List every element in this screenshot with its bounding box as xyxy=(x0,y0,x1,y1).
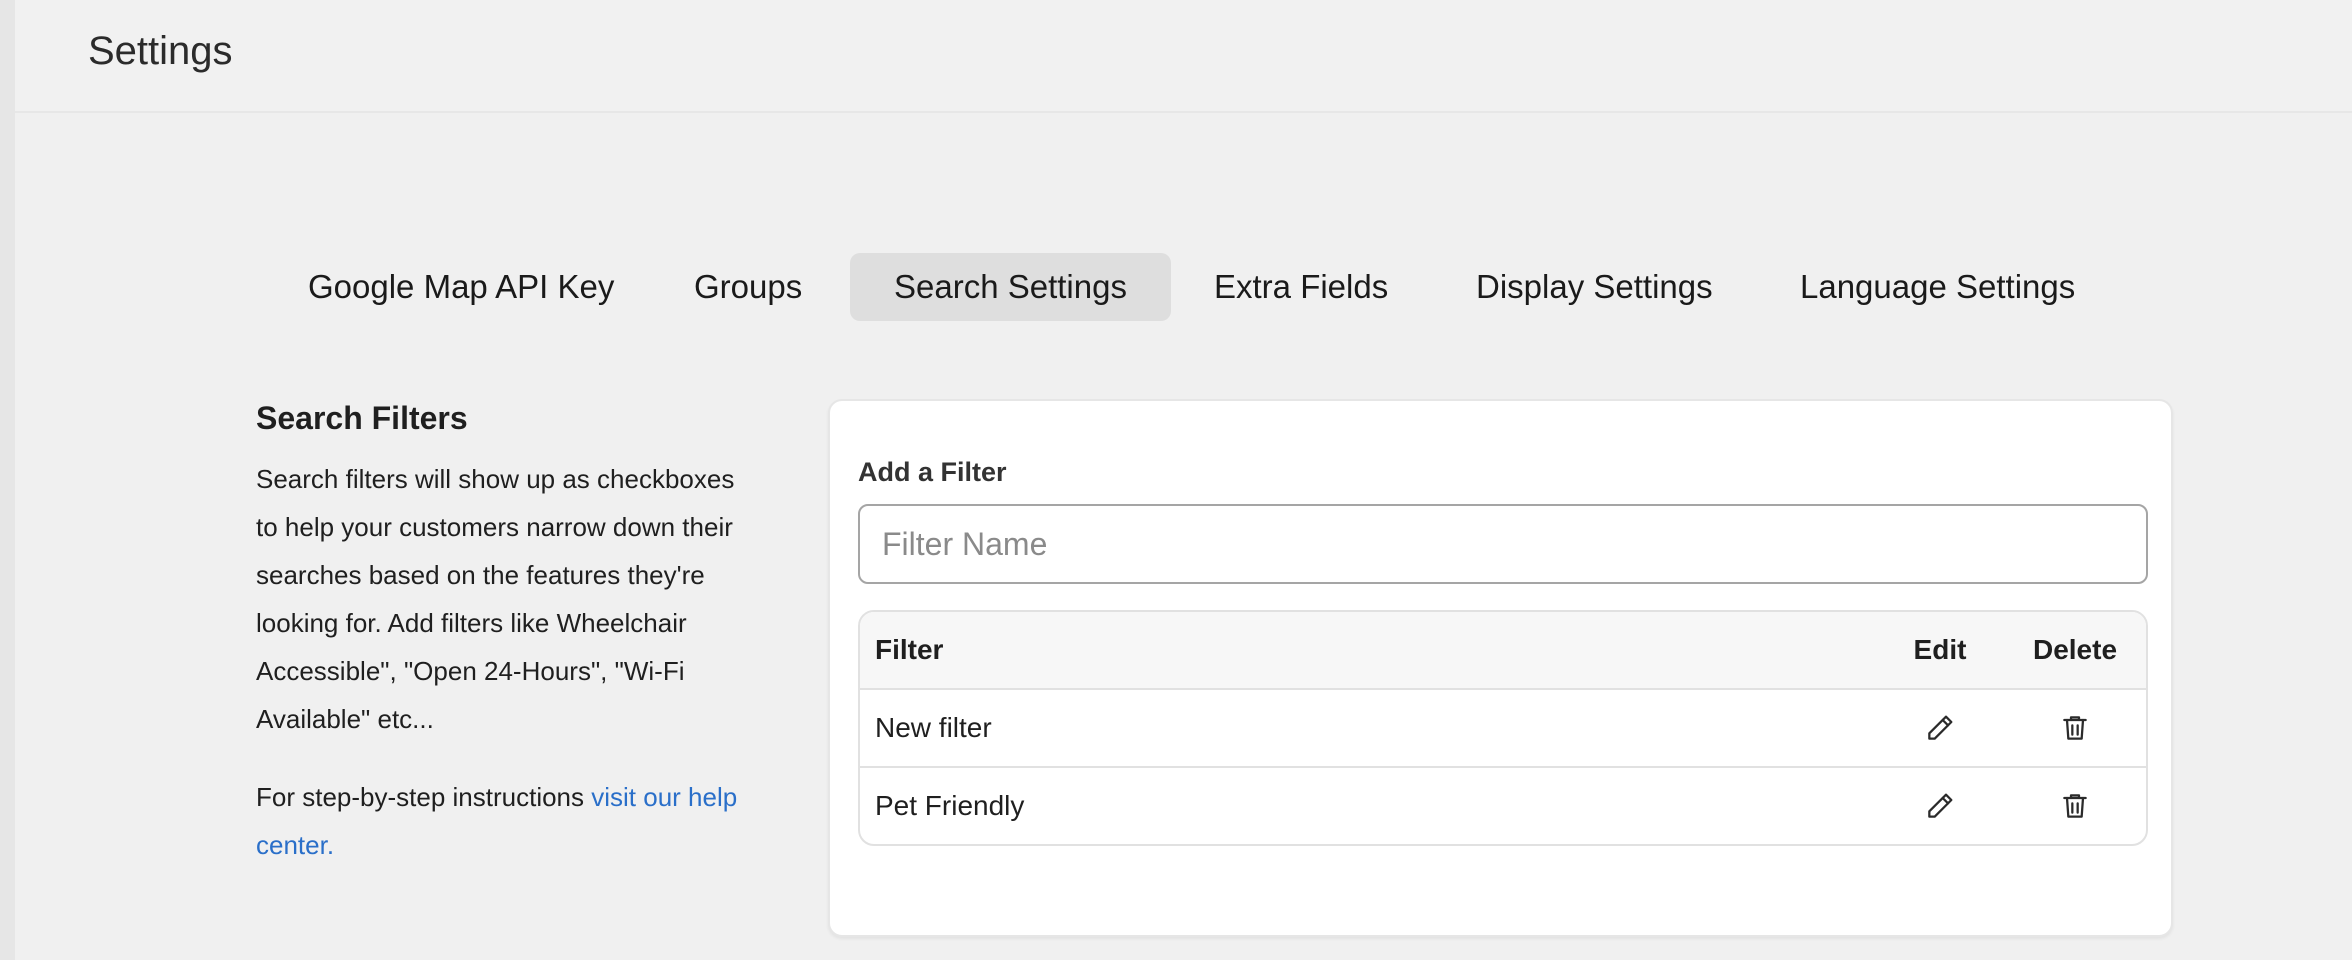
help-prefix: For step-by-step instructions xyxy=(256,782,592,812)
page-header: Settings xyxy=(15,0,2352,113)
pencil-icon[interactable] xyxy=(1924,790,1956,822)
tab-display-settings[interactable]: Display Settings xyxy=(1432,253,1757,321)
tab-search-settings[interactable]: Search Settings xyxy=(850,253,1171,321)
section-heading: Search Filters xyxy=(256,400,468,436)
add-filter-label: Add a Filter xyxy=(858,457,1007,487)
filter-name-input[interactable] xyxy=(858,504,2148,584)
filter-name-cell: Pet Friendly xyxy=(875,790,1025,821)
trash-icon[interactable] xyxy=(2059,790,2091,822)
left-edge-strip xyxy=(0,0,15,960)
table-header-row: Filter Edit Delete xyxy=(860,612,2146,688)
column-header-delete: Delete xyxy=(2032,634,2118,665)
trash-icon[interactable] xyxy=(2059,712,2091,744)
column-header-filter: Filter xyxy=(875,634,944,665)
tab-extra-fields[interactable]: Extra Fields xyxy=(1170,253,1432,321)
tab-google-map-api-key[interactable]: Google Map API Key xyxy=(264,253,658,321)
section-description: Search filters will show up as checkboxe… xyxy=(256,464,735,734)
table-row: Pet Friendly xyxy=(860,766,2146,844)
page-title: Settings xyxy=(88,29,233,73)
table-row: New filter xyxy=(860,688,2146,766)
column-header-edit: Edit xyxy=(1913,634,1967,665)
search-filters-info: Search Filters Search filters will show … xyxy=(256,400,756,869)
filter-name-cell: New filter xyxy=(875,712,992,743)
pencil-icon[interactable] xyxy=(1924,712,1956,744)
help-text: For step-by-step instructions visit our … xyxy=(256,773,756,869)
filters-card: Add a Filter Filter Edit Delete New filt… xyxy=(828,399,2173,937)
tab-language-settings[interactable]: Language Settings xyxy=(1756,253,2119,321)
filters-table: Filter Edit Delete New filter Pet Friend… xyxy=(858,610,2148,846)
settings-tabs: Google Map API Key Groups Search Setting… xyxy=(0,253,2352,321)
tab-groups[interactable]: Groups xyxy=(650,253,846,321)
